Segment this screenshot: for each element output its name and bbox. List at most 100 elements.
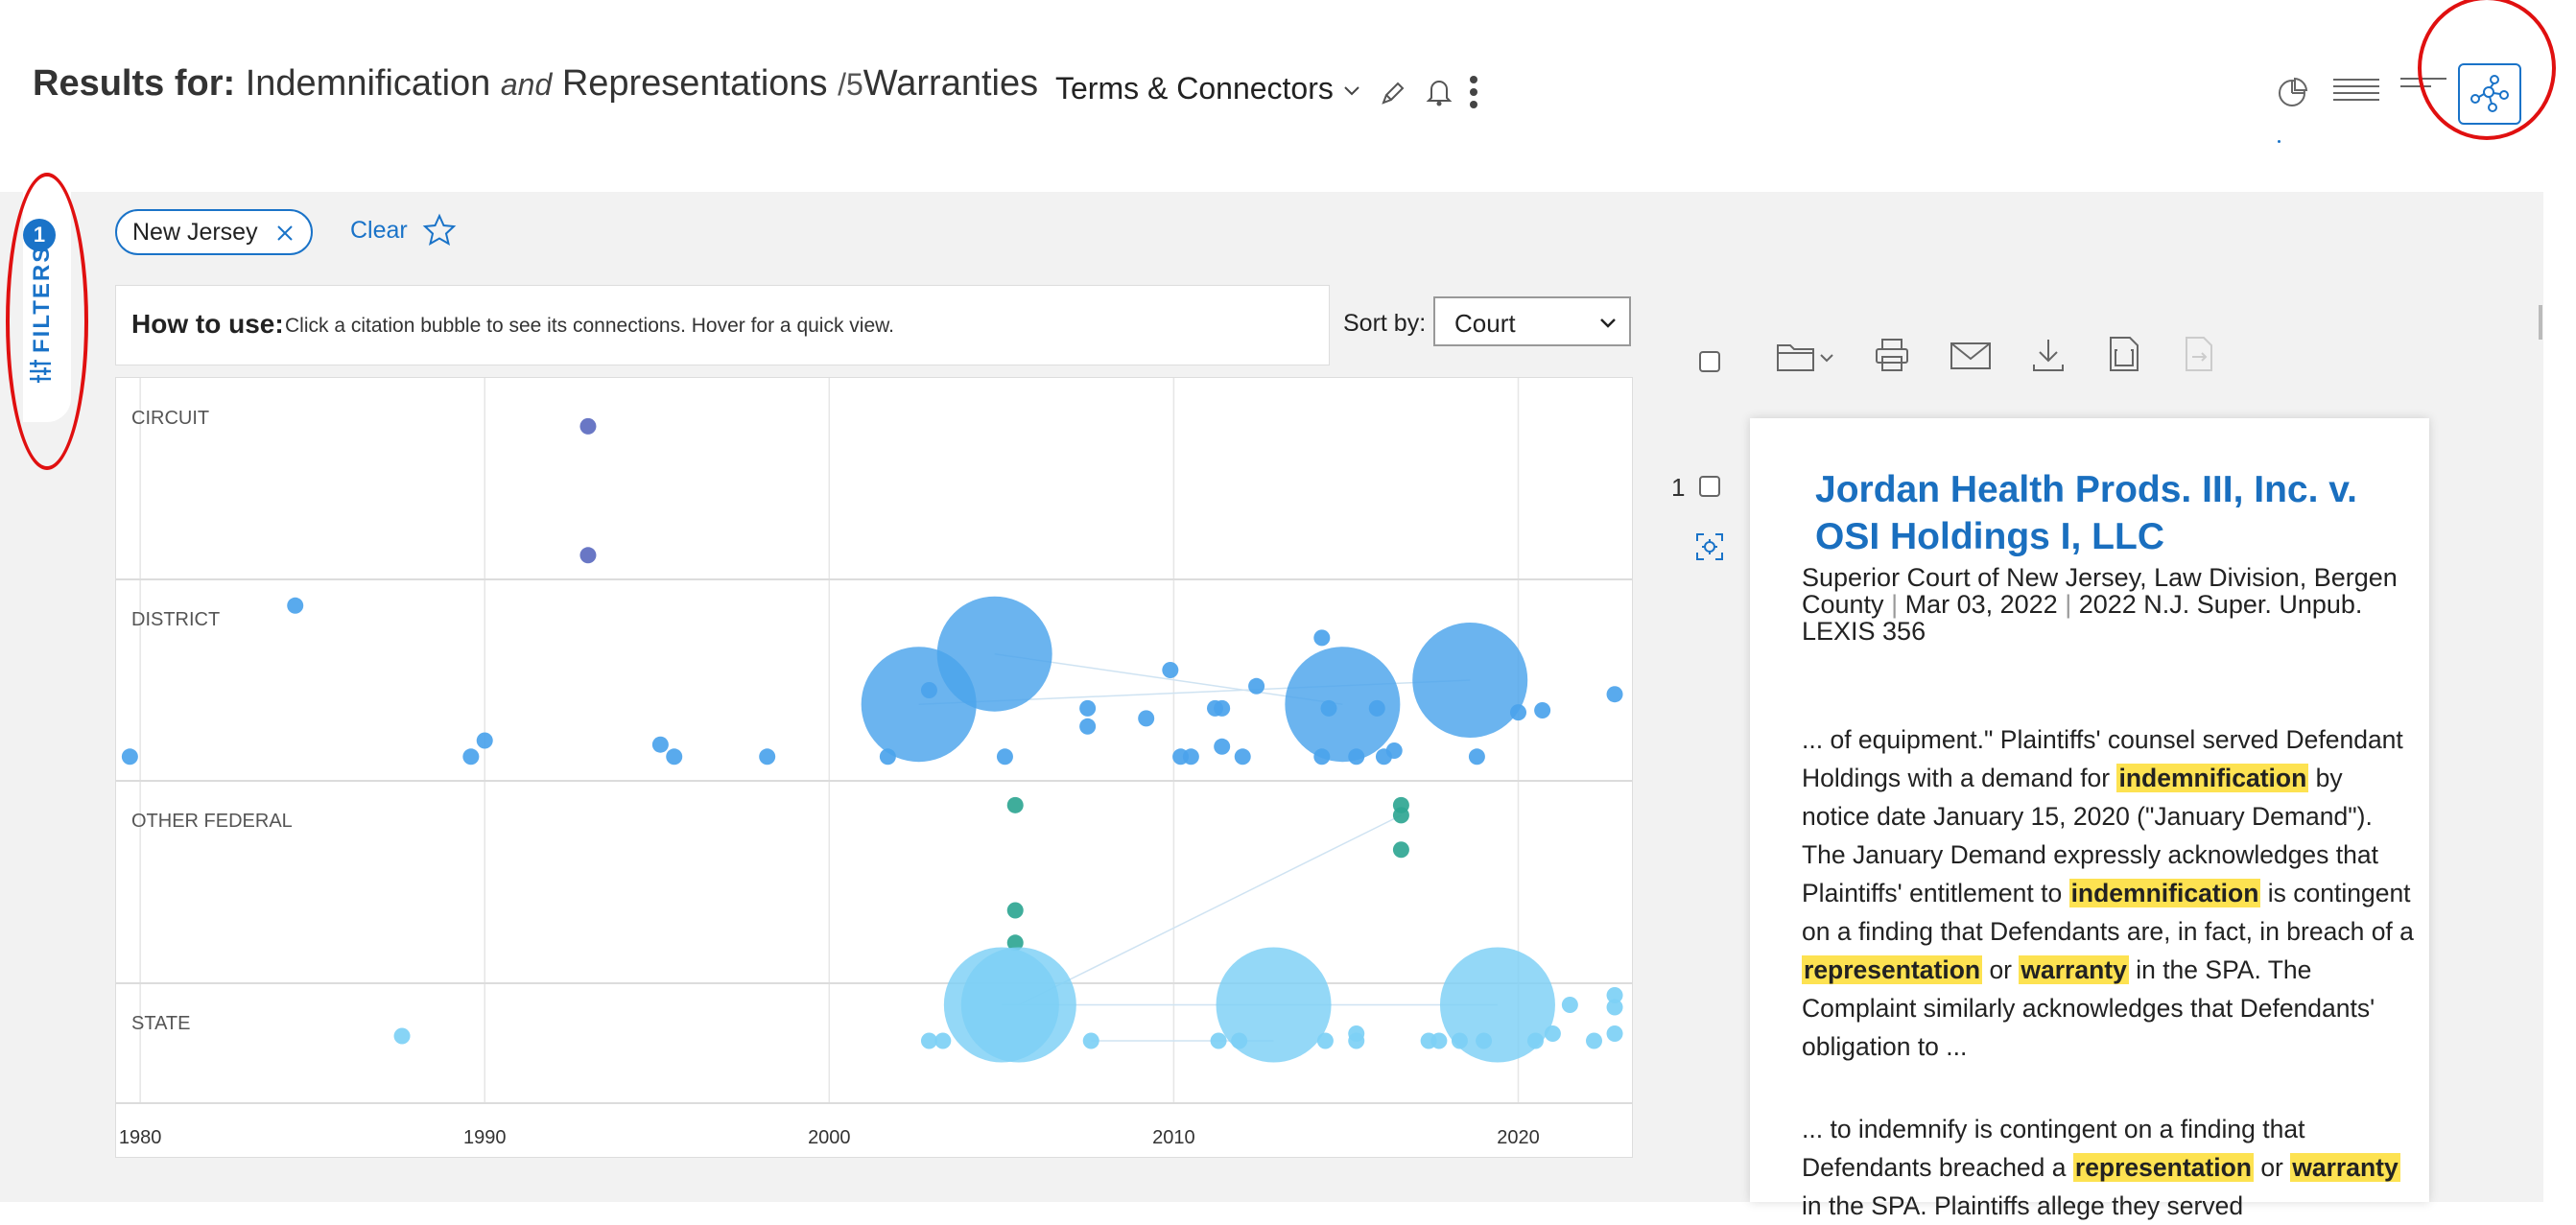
- citation-bubble[interactable]: [651, 736, 669, 753]
- citation-bubble[interactable]: [1316, 1032, 1334, 1049]
- citation-bubble[interactable]: [1606, 999, 1623, 1016]
- citation-bubble[interactable]: [393, 1027, 411, 1045]
- citation-bubble[interactable]: [1079, 718, 1097, 735]
- filter-chip-new-jersey[interactable]: New Jersey: [115, 209, 313, 255]
- citation-bubble[interactable]: [1561, 997, 1578, 1013]
- citation-bubble[interactable]: [579, 547, 597, 564]
- x-tick-label: 2020: [1497, 1127, 1540, 1148]
- citation-bubble[interactable]: [287, 597, 304, 614]
- citation-bubble[interactable]: [1216, 947, 1332, 1063]
- query-term: Representations: [561, 63, 828, 104]
- citation-bubble[interactable]: [1082, 1032, 1099, 1049]
- results-title: Results for: Indemnification and Represe…: [33, 63, 1038, 105]
- citation-bubble[interactable]: [1468, 748, 1485, 766]
- citation-bubble[interactable]: [1210, 1032, 1227, 1049]
- citation-bubble[interactable]: [1248, 677, 1265, 695]
- folder-icon[interactable]: [1775, 338, 1838, 376]
- filter-chip-label: New Jersey: [132, 219, 258, 246]
- edit-pencil-icon[interactable]: [1379, 79, 1407, 107]
- citation-bubble[interactable]: [920, 682, 937, 698]
- select-all-checkbox[interactable]: [1699, 351, 1720, 372]
- download-icon[interactable]: [2029, 336, 2068, 374]
- pie-chart-view-icon[interactable]: [2276, 75, 2310, 109]
- citation-bubble[interactable]: [936, 596, 1052, 712]
- result-snippet: ... of equipment." Plaintiffs' counsel s…: [1802, 725, 2414, 1061]
- x-tick-label: 1980: [119, 1127, 161, 1148]
- how-to-use-label: How to use:: [131, 309, 284, 339]
- email-icon[interactable]: [1949, 338, 1993, 372]
- close-icon[interactable]: [274, 223, 295, 244]
- citation-bubble[interactable]: [1182, 748, 1199, 766]
- citation-bubble[interactable]: [1348, 1032, 1365, 1049]
- result-checkbox[interactable]: [1699, 476, 1720, 497]
- document-expand-icon[interactable]: [2107, 334, 2141, 374]
- citation-bubble[interactable]: [1606, 686, 1623, 703]
- citation-bubble[interactable]: [1214, 699, 1231, 717]
- chart-svg: CIRCUIT DISTRICT OTHER FEDERAL STATE 1980 199…: [116, 378, 1632, 1148]
- result-title-link[interactable]: Jordan Health Prods. III, Inc. v. OSI Ho…: [1815, 466, 2391, 560]
- bell-icon[interactable]: [1426, 77, 1453, 107]
- citation-bubble[interactable]: [1430, 1032, 1448, 1049]
- citation-bubble[interactable]: [1392, 841, 1409, 859]
- citation-bubble[interactable]: [1385, 742, 1403, 759]
- citation-bubble[interactable]: [1006, 902, 1024, 919]
- citation-bubble[interactable]: [1586, 1032, 1602, 1049]
- citation-bubble[interactable]: [1412, 623, 1528, 738]
- lane-label: STATE: [131, 1013, 190, 1034]
- citation-bubble[interactable]: [1510, 704, 1526, 721]
- how-to-use-text: Click a citation bubble to see its conne…: [285, 315, 894, 337]
- x-tick-label: 1990: [463, 1127, 507, 1148]
- sort-by-selected: Court: [1454, 309, 1516, 338]
- citation-bubble[interactable]: [1138, 710, 1155, 727]
- tab-indicator-dot: [2278, 140, 2281, 143]
- document-export-icon: [2186, 337, 2212, 371]
- result-metadata: Superior Court of New Jersey, Law Divisi…: [1802, 563, 2398, 646]
- citation-bubble[interactable]: [1313, 629, 1331, 647]
- star-icon[interactable]: [422, 213, 457, 247]
- annotation-circle: [6, 173, 88, 470]
- search-hit: warranty: [2290, 1153, 2400, 1182]
- result-snippet: ... to indemnify is contingent on a find…: [1802, 1115, 2400, 1220]
- chevron-down-icon: [1344, 85, 1359, 95]
- annotation-circle: [2418, 0, 2556, 140]
- citation-bubble[interactable]: [462, 748, 480, 766]
- locate-in-map-icon[interactable]: [1694, 531, 1725, 562]
- citation-bubble[interactable]: [1214, 738, 1231, 755]
- search-type-dropdown[interactable]: Terms & Connectors: [1055, 71, 1361, 106]
- citation-bubble[interactable]: [666, 748, 683, 766]
- citation-bubble[interactable]: [1006, 796, 1024, 813]
- citation-bubble[interactable]: [1234, 748, 1251, 766]
- results-for-label: Results for:: [33, 63, 236, 104]
- more-vertical-icon[interactable]: [1468, 75, 1479, 109]
- citation-bubble[interactable]: [934, 1032, 952, 1049]
- lane-label: DISTRICT: [131, 609, 220, 630]
- citation-bubble[interactable]: [1606, 1025, 1623, 1042]
- citation-bubble[interactable]: [960, 947, 1076, 1063]
- search-type-label: Terms & Connectors: [1055, 71, 1334, 106]
- search-hit: warranty: [2019, 955, 2129, 984]
- query-connector: /5: [838, 67, 863, 102]
- citation-bubble[interactable]: [121, 748, 138, 766]
- scrollbar-thumb[interactable]: [2539, 305, 2542, 340]
- citation-bubble[interactable]: [1368, 699, 1385, 717]
- search-hit: representation: [2072, 1153, 2254, 1182]
- clear-filters-link[interactable]: Clear: [350, 217, 408, 245]
- citation-bubble[interactable]: [1534, 702, 1551, 719]
- citation-bubble[interactable]: [1348, 748, 1365, 766]
- sort-by-label: Sort by:: [1343, 310, 1427, 337]
- citation-bubble[interactable]: [1544, 1025, 1561, 1042]
- citation-bubble[interactable]: [1079, 699, 1097, 717]
- x-tick-label: 2000: [808, 1127, 851, 1148]
- citation-bubble[interactable]: [476, 732, 493, 749]
- print-icon[interactable]: [1873, 336, 1911, 374]
- results-header: Results for: Indemnification and Represe…: [0, 0, 2576, 192]
- citation-bubble[interactable]: [1392, 807, 1409, 824]
- citation-bubble[interactable]: [759, 748, 776, 766]
- list-view-icon[interactable]: [2331, 77, 2381, 104]
- citation-bubble[interactable]: [1162, 662, 1179, 678]
- sort-by-select[interactable]: Court: [1433, 296, 1631, 346]
- citation-bubble[interactable]: [1526, 1032, 1544, 1049]
- query-term: Indemnification: [245, 63, 491, 104]
- citation-bubble[interactable]: [579, 417, 597, 435]
- citation-bubble[interactable]: [996, 748, 1013, 766]
